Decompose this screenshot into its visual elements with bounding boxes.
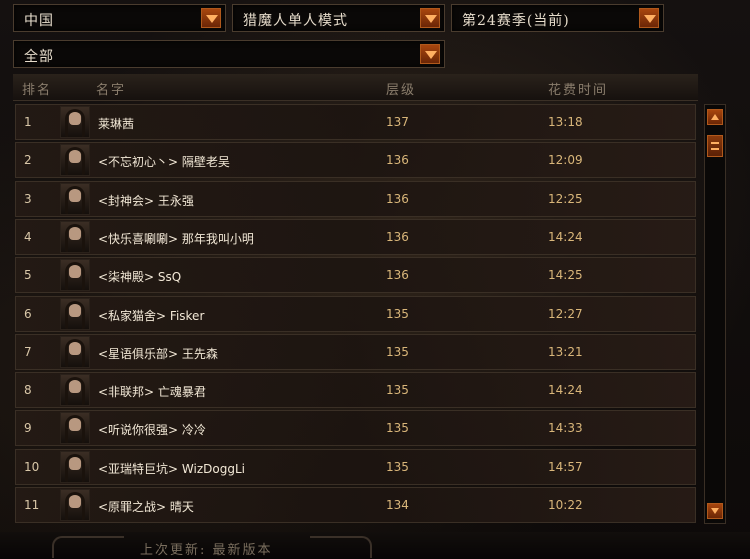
season-value: 第24赛季(当前)	[462, 13, 570, 29]
footer-ornament-right	[310, 536, 372, 558]
rank-cell: 10	[24, 459, 40, 474]
avatar	[60, 489, 90, 521]
player-name-cell: <不忘初心丶> 隔壁老吴	[98, 155, 230, 170]
player-name-cell: <亚瑞特巨坑> WizDoggLi	[98, 461, 245, 476]
avatar	[60, 106, 90, 138]
table-row[interactable]: 3 <封神会> 王永强 136 12:25	[15, 180, 696, 217]
header-name[interactable]: 名字	[96, 79, 126, 98]
avatar	[60, 220, 90, 253]
header-level[interactable]: 层级	[386, 79, 416, 98]
scrollbar[interactable]	[704, 104, 726, 524]
time-cell: 14:24	[548, 229, 583, 244]
table-row[interactable]: 4 <快乐喜唰唰> 那年我叫小明 136 14:24	[15, 218, 696, 255]
player-name-cell: <柒神殿> SsQ	[98, 270, 182, 285]
rank-cell: 7	[24, 344, 32, 359]
rank-cell: 2	[24, 153, 32, 168]
table-row[interactable]: 8 <非联邦> 亡魂暴君 135 14:24	[15, 372, 696, 409]
level-cell: 135	[386, 344, 409, 359]
rank-cell: 4	[24, 229, 32, 244]
leaderboard-table: 排名 名字 层级 花费时间 1 莱琳茜 137 13:18 2 <不忘初心丶> 隔壁老吴 1…	[13, 74, 698, 526]
player-name-cell: <快乐喜唰唰> 那年我叫小明	[98, 231, 254, 246]
time-cell: 14:24	[548, 383, 583, 398]
rank-cell: 1	[24, 115, 32, 129]
time-cell: 13:21	[548, 344, 583, 359]
table-row[interactable]: 10 <亚瑞特巨坑> WizDoggLi 135 14:57	[15, 448, 696, 485]
table-row[interactable]: 1 莱琳茜 137 13:18	[15, 104, 696, 140]
level-cell: 134	[386, 498, 409, 512]
mode-dropdown[interactable]: 猎魔人单人模式	[232, 4, 445, 32]
player-name-cell: <非联邦> 亡魂暴君	[98, 385, 206, 400]
time-cell: 12:09	[548, 153, 583, 168]
rank-cell: 6	[24, 306, 32, 321]
region-dropdown[interactable]: 中国	[13, 4, 226, 32]
avatar	[60, 335, 90, 368]
mode-value: 猎魔人单人模式	[243, 13, 348, 29]
rank-cell: 9	[24, 421, 32, 436]
table-header: 排名 名字 层级 花费时间	[13, 74, 698, 101]
chevron-down-icon[interactable]	[201, 8, 221, 28]
time-cell: 13:18	[548, 115, 583, 129]
scrollbar-thumb[interactable]	[707, 135, 723, 157]
level-cell: 135	[386, 459, 409, 474]
rank-cell: 11	[24, 498, 40, 512]
rank-cell: 8	[24, 383, 32, 398]
avatar	[60, 450, 90, 483]
avatar	[60, 412, 90, 445]
table-row[interactable]: 11 <原罪之战> 晴天 134 10:22	[15, 487, 696, 523]
level-cell: 136	[386, 153, 409, 168]
rank-cell: 3	[24, 191, 32, 206]
avatar	[60, 297, 90, 330]
footer-bar: 上次更新: 最新版本	[0, 532, 750, 559]
category-dropdown[interactable]: 全部	[13, 40, 445, 68]
player-name-cell: <听说你很强> 冷冷	[98, 423, 206, 438]
time-cell: 14:57	[548, 459, 583, 474]
avatar	[60, 144, 90, 177]
level-cell: 136	[386, 229, 409, 244]
season-dropdown[interactable]: 第24赛季(当前)	[451, 4, 664, 32]
level-cell: 136	[386, 191, 409, 206]
table-row[interactable]: 5 <柒神殿> SsQ 136 14:25	[15, 257, 696, 294]
header-rank[interactable]: 排名	[22, 79, 52, 98]
level-cell: 135	[386, 383, 409, 398]
category-value: 全部	[24, 49, 54, 65]
table-row[interactable]: 9 <听说你很强> 冷冷 135 14:33	[15, 410, 696, 447]
player-name-cell: <封神会> 王永强	[98, 193, 194, 208]
time-cell: 14:25	[548, 268, 583, 283]
header-time[interactable]: 花费时间	[548, 79, 608, 98]
level-cell: 136	[386, 268, 409, 283]
player-name-cell: <星语俱乐部> 王先森	[98, 346, 218, 361]
player-name-cell: 莱琳茜	[98, 117, 135, 131]
footer-ornament-left	[52, 536, 124, 558]
chevron-down-icon[interactable]	[639, 8, 659, 28]
chevron-down-icon[interactable]	[420, 44, 440, 64]
rank-cell: 5	[24, 268, 32, 283]
arrow-down-icon[interactable]	[707, 503, 723, 519]
level-cell: 137	[386, 115, 409, 129]
table-row[interactable]: 2 <不忘初心丶> 隔壁老吴 136 12:09	[15, 142, 696, 179]
avatar	[60, 182, 90, 215]
time-cell: 12:25	[548, 191, 583, 206]
region-value: 中国	[24, 13, 54, 29]
time-cell: 12:27	[548, 306, 583, 321]
player-name-cell: <原罪之战> 晴天	[98, 500, 194, 514]
avatar	[60, 374, 90, 407]
table-row[interactable]: 7 <星语俱乐部> 王先森 135 13:21	[15, 333, 696, 370]
arrow-up-icon[interactable]	[707, 109, 723, 125]
last-update-text: 上次更新: 最新版本	[140, 543, 273, 558]
chevron-down-icon[interactable]	[420, 8, 440, 28]
time-cell: 10:22	[548, 498, 583, 512]
player-name-cell: <私家猫舍> Fisker	[98, 308, 205, 323]
level-cell: 135	[386, 306, 409, 321]
time-cell: 14:33	[548, 421, 583, 436]
table-row[interactable]: 6 <私家猫舍> Fisker 135 12:27	[15, 295, 696, 332]
level-cell: 135	[386, 421, 409, 436]
avatar	[60, 259, 90, 292]
